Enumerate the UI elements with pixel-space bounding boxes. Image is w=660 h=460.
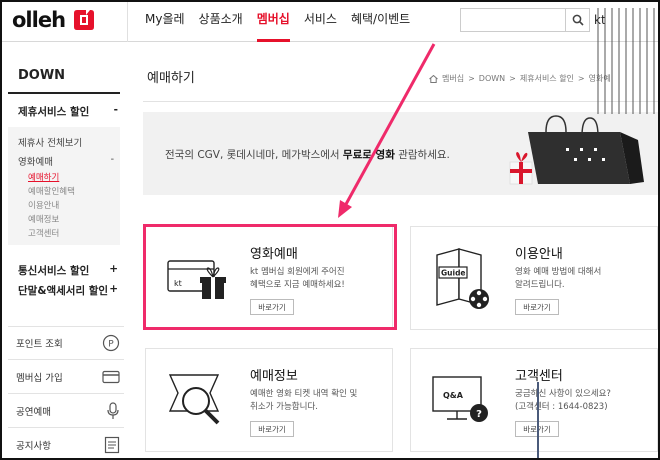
- nav-products[interactable]: 상품소개: [199, 2, 243, 42]
- notice-icon: [104, 436, 120, 453]
- quick-notice[interactable]: 공지사항: [8, 428, 124, 458]
- card-title: 이용안내: [515, 247, 563, 262]
- search-icon: [572, 14, 584, 26]
- breadcrumb-item[interactable]: DOWN: [479, 74, 505, 83]
- promo-banner: 전국의 CGV, 롯데시네마, 메가박스에서 무료로 영화 관람하세요.: [143, 112, 658, 195]
- card-usage-guide[interactable]: Guide 이용안내 영화 예매 방법에 대해서 알려드립니다. 바로가기: [410, 226, 658, 330]
- quick-performance-booking[interactable]: 공연예매: [8, 394, 124, 428]
- banner-text-part: 관람하세요.: [394, 149, 450, 161]
- olleh-logo[interactable]: olleh: [12, 8, 95, 32]
- card-title: 예매정보: [250, 369, 298, 384]
- guide-label: Guide: [441, 269, 466, 278]
- chevron-right-icon: >: [577, 74, 585, 83]
- sidebar-link-customer-center[interactable]: 고객센터: [28, 227, 59, 239]
- search-box: [460, 8, 590, 32]
- sidebar-link-guide[interactable]: 이용안내: [28, 199, 59, 211]
- breadcrumb-item[interactable]: 영화예: [589, 73, 611, 84]
- sidebar-item-label: 제휴서비스 할인: [18, 106, 90, 118]
- sidebar-sub-label: 제휴사 전체보기: [18, 138, 83, 149]
- chevron-right-icon: >: [468, 74, 475, 83]
- home-icon[interactable]: [429, 74, 438, 83]
- quick-label: 멤버십 가입: [16, 372, 63, 384]
- card-title: 고객센터: [515, 369, 563, 384]
- sidebar-link-booking-discount[interactable]: 예매할인혜택: [28, 185, 75, 197]
- card-desc-line: 취소가 가능합니다.: [250, 402, 318, 412]
- quick-membership-join[interactable]: 멤버십 가입: [8, 360, 124, 394]
- sidebar-link-book[interactable]: 예매하기: [28, 171, 59, 183]
- card-desc-line: 예매한 영화 티켓 내역 확인 및: [250, 389, 358, 399]
- sidebar-item-device-discount[interactable]: 단말&액세서리 할인 +: [18, 283, 118, 298]
- quick-label: 공지사항: [16, 440, 51, 452]
- quick-point-inquiry[interactable]: 포인트 조회 P: [8, 326, 124, 360]
- quick-label: 포인트 조회: [16, 339, 63, 350]
- sidebar-sub-label: 영화예매: [18, 157, 53, 168]
- collapse-icon: -: [113, 104, 118, 116]
- svg-text:P: P: [108, 340, 114, 350]
- browser-frame: olleh My올레 상품소개 멤버십 서비스 혜택/이벤트 kt DOWN 제…: [0, 0, 660, 460]
- sidebar-item-label: 통신서비스 할인: [18, 265, 90, 277]
- magnifier-ticket-icon: [168, 374, 220, 425]
- expand-icon: +: [109, 283, 118, 295]
- sidebar-item-affiliate-discount[interactable]: 제휴서비스 할인 -: [18, 104, 118, 119]
- p-circle-icon: P: [102, 334, 120, 352]
- card-desc: 영화 예매 방법에 대해서 알려드립니다.: [515, 266, 655, 292]
- sidebar-link-booking-info[interactable]: 예매정보: [28, 213, 59, 225]
- chevron-right-icon: >: [509, 74, 516, 83]
- qa-monitor-icon: Q&A ?: [432, 376, 488, 422]
- collapse-icon: -: [110, 154, 114, 165]
- header-divider: [127, 2, 128, 42]
- sidebar-title-divider: [8, 92, 120, 94]
- card-icon: [102, 370, 120, 383]
- banner-text: 전국의 CGV, 롯데시네마, 메가박스에서 무료로 영화 관람하세요.: [165, 147, 450, 162]
- sidebar-submenu: 제휴사 전체보기 영화예매 - 예매하기 예매할인혜택 이용안내 예매정보 고객…: [8, 127, 120, 245]
- global-nav: My올레 상품소개 멤버십 서비스 혜택/이벤트: [145, 2, 424, 42]
- sidebar: DOWN 제휴서비스 할인 - 제휴사 전체보기 영화예매 - 예매하기 예매할…: [2, 43, 127, 458]
- card-desc-line: 궁금하신 사항이 있으세요?: [515, 389, 611, 399]
- sidebar-item-telecom-discount[interactable]: 통신서비스 할인 +: [18, 263, 118, 278]
- card-customer-center[interactable]: Q&A ? 고객센터 궁금하신 사항이 있으세요? (고객센터 : 1644-0…: [410, 348, 658, 452]
- banner-text-bold: 무료로 영화: [342, 149, 395, 161]
- search-overflow-text: kt: [594, 13, 606, 27]
- sidebar-sub-all-affiliates[interactable]: 제휴사 전체보기: [18, 135, 114, 149]
- global-header: olleh My올레 상품소개 멤버십 서비스 혜택/이벤트 kt: [2, 2, 658, 42]
- quick-label: 공연예매: [16, 406, 51, 418]
- sidebar-title: DOWN: [18, 68, 66, 83]
- card-desc-line: 영화 예매 방법에 대해서: [515, 267, 602, 277]
- nav-membership[interactable]: 멤버십: [256, 2, 290, 42]
- card-desc-line: (고객센터 : 1644-0823): [515, 402, 608, 412]
- go-button[interactable]: 바로가기: [250, 421, 294, 437]
- breadcrumb-item[interactable]: 멤버십: [442, 73, 464, 84]
- card-booking-info[interactable]: 예매정보 예매한 영화 티켓 내역 확인 및 취소가 가능합니다. 바로가기: [145, 348, 393, 452]
- search-input[interactable]: [461, 9, 565, 31]
- nav-benefits-events[interactable]: 혜택/이벤트: [351, 2, 410, 42]
- qa-label: Q&A: [443, 391, 464, 400]
- guide-book-film-icon: Guide: [436, 248, 489, 309]
- logo-text: olleh: [12, 8, 66, 32]
- annotation-highlight-box: [143, 224, 397, 330]
- breadcrumb: 멤버십 > DOWN > 제휴서비스 할인 > 영화예: [429, 73, 611, 84]
- olleh-logo-mark-icon: [74, 10, 95, 30]
- page-title: 예매하기: [147, 71, 195, 86]
- sidebar-sub-movie[interactable]: 영화예매 -: [18, 154, 114, 168]
- banner-text-part: 전국의 CGV, 롯데시네마, 메가박스에서: [165, 149, 343, 161]
- go-button[interactable]: 바로가기: [515, 421, 559, 437]
- sidebar-item-label: 단말&액세서리 할인: [18, 285, 109, 297]
- expand-icon: +: [109, 263, 118, 275]
- nav-service[interactable]: 서비스: [304, 2, 337, 42]
- search-button[interactable]: [565, 9, 589, 31]
- card-desc-line: 알려드립니다.: [515, 280, 565, 290]
- card-desc: 궁금하신 사항이 있으세요? (고객센터 : 1644-0823): [515, 388, 655, 414]
- question-mark: ?: [476, 409, 482, 420]
- go-button[interactable]: 바로가기: [515, 299, 559, 315]
- card-desc: 예매한 영화 티켓 내역 확인 및 취소가 가능합니다.: [250, 388, 390, 414]
- nav-my-olleh[interactable]: My올레: [145, 2, 185, 42]
- shopping-bag-gift-illustration: [509, 115, 644, 185]
- breadcrumb-item[interactable]: 제휴서비스 할인: [520, 73, 574, 84]
- microphone-icon: [107, 401, 119, 419]
- title-divider: [143, 101, 658, 102]
